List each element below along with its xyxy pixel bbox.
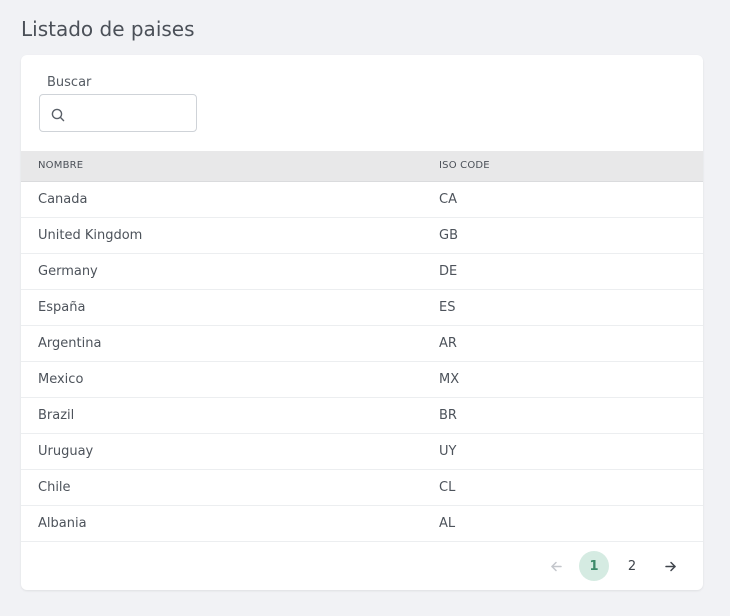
search-label: Buscar (47, 75, 92, 90)
table-row[interactable]: Argentina AR (21, 326, 703, 362)
table-row[interactable]: Albania AL (21, 506, 703, 542)
table-row[interactable]: Uruguay UY (21, 434, 703, 470)
country-name: Germany (38, 264, 98, 279)
arrow-left-icon (550, 561, 562, 571)
country-name: United Kingdom (38, 228, 143, 243)
page-title: Listado de paises (21, 17, 195, 41)
country-name: España (38, 300, 86, 315)
pagination: 1 2 (533, 551, 685, 581)
table-row[interactable]: Germany DE (21, 254, 703, 290)
country-iso: UY (439, 444, 457, 459)
country-name: Mexico (38, 372, 84, 387)
table-row[interactable]: Mexico MX (21, 362, 703, 398)
page-button-1[interactable]: 1 (579, 551, 609, 581)
country-iso: BR (439, 408, 457, 423)
page-button-2[interactable]: 2 (617, 551, 647, 581)
table-row[interactable]: España ES (21, 290, 703, 326)
country-iso: CA (439, 192, 457, 207)
country-name: Chile (38, 480, 71, 495)
search-field[interactable] (39, 94, 197, 132)
table-body: Canada CA United Kingdom GB Germany DE E… (21, 182, 703, 542)
country-iso: GB (439, 228, 458, 243)
country-iso: AL (439, 516, 456, 531)
prev-page-button[interactable] (541, 551, 571, 581)
search-icon (51, 107, 65, 122)
search-input[interactable] (72, 101, 190, 125)
country-name: Canada (38, 192, 88, 207)
table-row[interactable]: Canada CA (21, 182, 703, 218)
country-name: Argentina (38, 336, 102, 351)
country-iso: DE (439, 264, 458, 279)
country-iso: AR (439, 336, 457, 351)
next-page-button[interactable] (655, 551, 685, 581)
table-row[interactable]: Brazil BR (21, 398, 703, 434)
country-name: Brazil (38, 408, 75, 423)
column-header-nombre[interactable]: NOMBRE (38, 151, 83, 181)
country-iso: MX (439, 372, 460, 387)
countries-card: Buscar NOMBRE ISO CODE Canada CA United … (21, 55, 703, 590)
country-iso: ES (439, 300, 456, 315)
arrow-right-icon (664, 561, 676, 571)
country-name: Albania (38, 516, 87, 531)
country-iso: CL (439, 480, 456, 495)
table-row[interactable]: Chile CL (21, 470, 703, 506)
countries-table: NOMBRE ISO CODE Canada CA United Kingdom… (21, 151, 703, 542)
country-name: Uruguay (38, 444, 94, 459)
table-header: NOMBRE ISO CODE (21, 151, 703, 182)
column-header-iso-code[interactable]: ISO CODE (439, 151, 490, 181)
table-row[interactable]: United Kingdom GB (21, 218, 703, 254)
